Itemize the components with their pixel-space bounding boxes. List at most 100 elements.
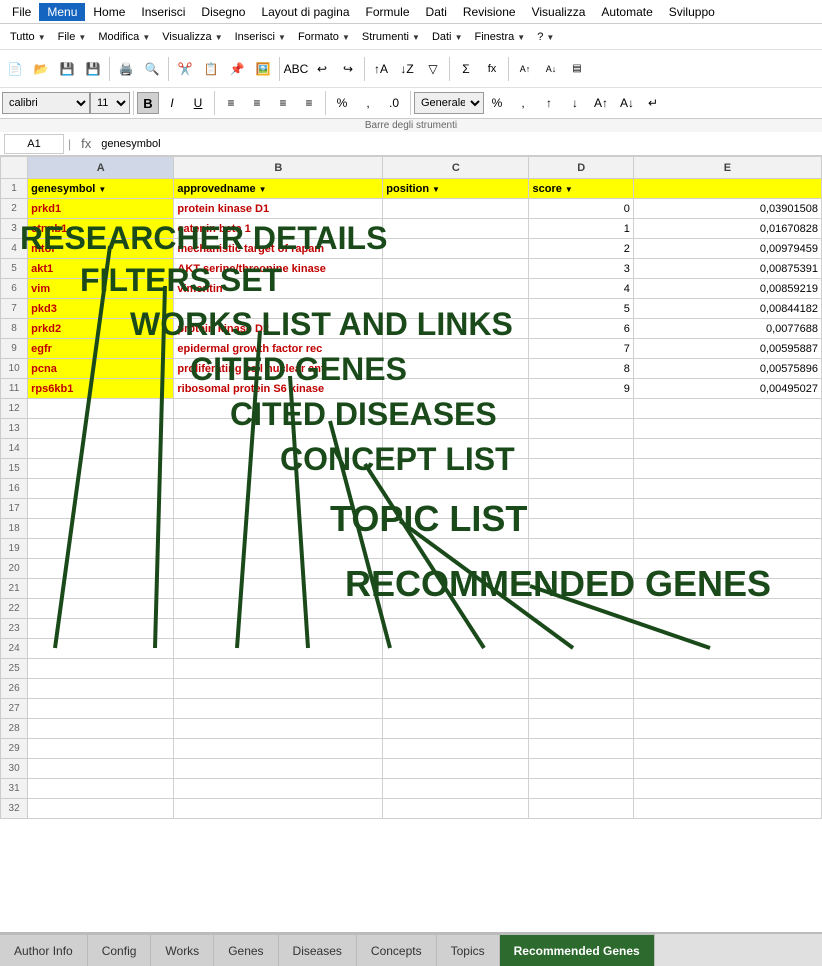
cell[interactable]: 6 [529,319,633,339]
cell[interactable]: genesymbol▼ [28,179,174,199]
format-comma[interactable]: , [356,91,380,115]
cell[interactable] [529,479,633,499]
cell[interactable]: prkd2 [28,319,174,339]
cell[interactable] [383,519,529,539]
btn-redo[interactable]: ↪ [336,57,360,81]
cell[interactable] [383,779,529,799]
cell[interactable] [174,479,383,499]
cell[interactable] [28,699,174,719]
cell[interactable] [383,539,529,559]
cell[interactable]: prkd1 [28,199,174,219]
cell[interactable] [28,539,174,559]
cell[interactable] [174,739,383,759]
italic-button[interactable]: I [160,91,184,115]
btn-filter[interactable]: ▽ [421,57,445,81]
cell[interactable]: 5 [529,299,633,319]
ribbon-strumenti[interactable]: Strumenti ▼ [356,29,426,45]
ribbon-visualizza[interactable]: Visualizza ▼ [156,29,228,45]
cell[interactable] [174,659,383,679]
cell[interactable] [174,519,383,539]
cell[interactable] [633,519,821,539]
cell[interactable] [383,199,529,219]
cell[interactable] [28,439,174,459]
cell[interactable] [383,639,529,659]
cell[interactable] [383,259,529,279]
cell[interactable]: 0,0077688 [633,319,821,339]
btn-save2[interactable]: 💾 [81,57,105,81]
cell[interactable] [633,479,821,499]
cell[interactable]: 0,00595887 [633,339,821,359]
cell-reference[interactable] [4,134,64,154]
menu-inserisci[interactable]: Inserisci [133,3,193,21]
col-header-b[interactable]: B [174,157,383,179]
cell[interactable] [28,679,174,699]
cell[interactable] [529,579,633,599]
menu-layout[interactable]: Layout di pagina [253,3,357,21]
cell[interactable] [28,739,174,759]
format-inc[interactable]: ↑ [537,91,561,115]
btn-paste[interactable]: 📌 [225,57,249,81]
cell[interactable] [633,619,821,639]
cell[interactable]: 0,00575896 [633,359,821,379]
cell[interactable]: AKT serine/threonine kinase [174,259,383,279]
btn-sort-asc[interactable]: ↑A [369,57,393,81]
cell[interactable] [529,719,633,739]
ribbon-formato[interactable]: Formato ▼ [292,29,356,45]
btn-desc-a[interactable]: A↓ [539,57,563,81]
cell[interactable] [383,659,529,679]
cell[interactable] [174,419,383,439]
cell[interactable] [383,759,529,779]
btn-fx[interactable]: fx [480,57,504,81]
cell[interactable]: 4 [529,279,633,299]
cell[interactable] [633,459,821,479]
cell[interactable]: vimentin [174,279,383,299]
cell[interactable] [383,279,529,299]
cell[interactable] [529,539,633,559]
cell[interactable] [529,779,633,799]
col-header-a[interactable]: A [28,157,174,179]
cell[interactable] [174,619,383,639]
cell[interactable] [529,439,633,459]
cell[interactable]: 2 [529,239,633,259]
cell[interactable] [529,519,633,539]
menu-file[interactable]: File [4,3,39,21]
cell[interactable]: 0,03901508 [633,199,821,219]
cell[interactable] [529,499,633,519]
cell[interactable] [28,779,174,799]
cell[interactable] [383,579,529,599]
format-comma2[interactable]: , [511,91,535,115]
cell[interactable] [529,399,633,419]
cell[interactable]: protein kinase D1 [174,199,383,219]
cell[interactable] [383,299,529,319]
cell[interactable] [383,399,529,419]
cell[interactable]: ctnnb1 [28,219,174,239]
cell[interactable] [529,599,633,619]
btn-open[interactable]: 📂 [29,57,53,81]
underline-button[interactable]: U [186,91,210,115]
cell[interactable] [529,419,633,439]
format-special[interactable]: % [330,91,354,115]
cell[interactable] [383,359,529,379]
cell[interactable] [28,759,174,779]
cell[interactable]: 7 [529,339,633,359]
cell[interactable] [28,519,174,539]
cell[interactable]: position▼ [383,179,529,199]
btn-print[interactable]: 🖨️ [114,57,138,81]
btn-preview[interactable]: 🔍 [140,57,164,81]
btn-format[interactable]: 🖼️ [251,57,275,81]
ribbon-modifica[interactable]: Modifica ▼ [92,29,156,45]
wrap-text[interactable]: ↵ [641,91,665,115]
cell[interactable] [529,619,633,639]
cell[interactable] [174,759,383,779]
cell[interactable]: vim [28,279,174,299]
cell[interactable] [383,319,529,339]
cell[interactable] [529,659,633,679]
cell[interactable]: 0,00495027 [633,379,821,399]
ribbon-inserisci[interactable]: Inserisci ▼ [229,29,292,45]
cell[interactable] [174,699,383,719]
cell[interactable] [174,639,383,659]
cell[interactable]: protein kinase D2 [174,319,383,339]
menu-disegno[interactable]: Disegno [193,3,253,21]
menu-revisione[interactable]: Revisione [455,3,524,21]
cell[interactable] [174,439,383,459]
